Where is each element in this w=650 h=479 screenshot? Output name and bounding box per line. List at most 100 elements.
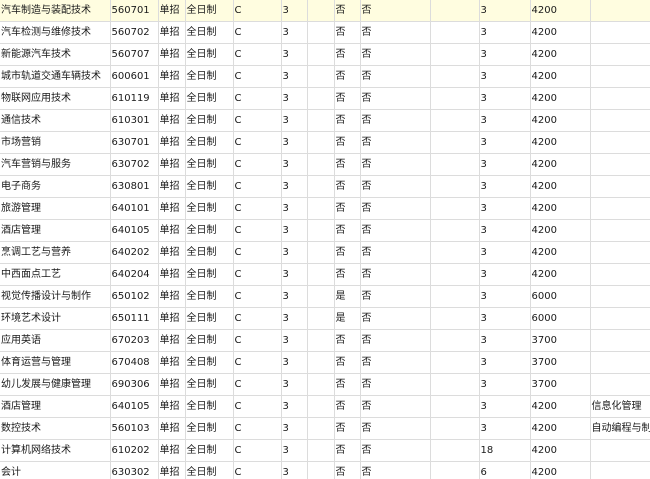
grid-cell[interactable]: C [233, 197, 282, 220]
grid-cell[interactable]: 全日制 [185, 219, 234, 242]
grid-cell[interactable]: 3 [479, 329, 531, 352]
grid-cell[interactable]: 否 [334, 461, 361, 479]
grid-cell[interactable]: 单招 [158, 197, 186, 220]
grid-cell[interactable]: 3 [281, 417, 308, 440]
grid-cell[interactable]: 3700 [530, 329, 591, 352]
grid-cell[interactable] [590, 197, 650, 220]
grid-cell[interactable]: 4200 [530, 65, 591, 88]
grid-cell[interactable]: 体育运营与管理 [0, 351, 111, 374]
grid-cell[interactable]: 3 [281, 131, 308, 154]
grid-cell[interactable]: 640101 [110, 197, 159, 220]
grid-cell[interactable]: 否 [360, 131, 431, 154]
grid-cell[interactable] [307, 439, 335, 462]
grid-cell[interactable] [307, 131, 335, 154]
grid-cell[interactable]: 环境艺术设计 [0, 307, 111, 330]
grid-cell[interactable]: 计算机网络技术 [0, 439, 111, 462]
grid-cell[interactable]: 否 [334, 417, 361, 440]
grid-cell[interactable]: 3 [281, 0, 308, 22]
grid-cell[interactable]: 4200 [530, 461, 591, 479]
grid-cell[interactable]: 630701 [110, 131, 159, 154]
grid-cell[interactable] [307, 0, 335, 22]
grid-cell[interactable]: 否 [360, 329, 431, 352]
grid-cell[interactable]: C [233, 175, 282, 198]
grid-cell[interactable]: 否 [360, 153, 431, 176]
grid-cell[interactable]: 全日制 [185, 131, 234, 154]
grid-cell[interactable]: 3 [281, 329, 308, 352]
grid-cell[interactable] [590, 153, 650, 176]
grid-cell[interactable]: 6000 [530, 307, 591, 330]
grid-cell[interactable]: 3 [281, 197, 308, 220]
grid-cell[interactable]: 3 [479, 395, 531, 418]
grid-cell[interactable]: 旅游管理 [0, 197, 111, 220]
grid-cell[interactable] [590, 87, 650, 110]
grid-cell[interactable]: 全日制 [185, 395, 234, 418]
grid-cell[interactable]: 否 [360, 285, 431, 308]
grid-cell[interactable] [430, 65, 480, 88]
grid-cell[interactable]: 3 [479, 417, 531, 440]
grid-cell[interactable]: 3 [281, 307, 308, 330]
grid-cell[interactable] [590, 21, 650, 44]
grid-cell[interactable]: C [233, 241, 282, 264]
grid-cell[interactable]: 单招 [158, 219, 186, 242]
grid-cell[interactable]: 3 [479, 65, 531, 88]
grid-cell[interactable]: C [233, 153, 282, 176]
grid-cell[interactable]: 烹调工艺与营养 [0, 241, 111, 264]
grid-cell[interactable]: 3 [479, 263, 531, 286]
grid-cell[interactable]: 610119 [110, 87, 159, 110]
grid-cell[interactable]: 全日制 [185, 0, 234, 22]
grid-cell[interactable]: 640105 [110, 219, 159, 242]
grid-cell[interactable]: 全日制 [185, 175, 234, 198]
grid-cell[interactable]: 否 [360, 263, 431, 286]
grid-cell[interactable] [590, 439, 650, 462]
grid-cell[interactable]: C [233, 461, 282, 479]
grid-cell[interactable] [430, 439, 480, 462]
grid-cell[interactable] [307, 307, 335, 330]
grid-cell[interactable]: 630702 [110, 153, 159, 176]
grid-cell[interactable]: 否 [360, 461, 431, 479]
grid-cell[interactable]: 3 [281, 285, 308, 308]
grid-cell[interactable]: 单招 [158, 395, 186, 418]
grid-cell[interactable]: 3 [479, 219, 531, 242]
grid-cell[interactable]: 否 [334, 351, 361, 374]
grid-cell[interactable]: 酒店管理 [0, 395, 111, 418]
grid-cell[interactable]: 3 [281, 43, 308, 66]
grid-cell[interactable] [430, 461, 480, 479]
grid-cell[interactable]: 全日制 [185, 373, 234, 396]
grid-cell[interactable]: 670408 [110, 351, 159, 374]
grid-cell[interactable] [590, 43, 650, 66]
grid-cell[interactable]: 单招 [158, 263, 186, 286]
grid-cell[interactable]: 幼儿发展与健康管理 [0, 373, 111, 396]
grid-cell[interactable]: 4200 [530, 241, 591, 264]
grid-cell[interactable]: 单招 [158, 175, 186, 198]
grid-cell[interactable]: 否 [360, 87, 431, 110]
grid-cell[interactable]: 否 [334, 395, 361, 418]
grid-cell[interactable] [590, 263, 650, 286]
grid-cell[interactable]: 单招 [158, 285, 186, 308]
grid-cell[interactable]: 4200 [530, 153, 591, 176]
grid-cell[interactable]: C [233, 65, 282, 88]
grid-cell[interactable]: 单招 [158, 417, 186, 440]
grid-cell[interactable]: 否 [334, 109, 361, 132]
grid-cell[interactable]: 3 [281, 461, 308, 479]
grid-cell[interactable]: 3 [479, 43, 531, 66]
grid-cell[interactable]: 4200 [530, 219, 591, 242]
grid-cell[interactable]: 4200 [530, 131, 591, 154]
grid-cell[interactable]: 600601 [110, 65, 159, 88]
grid-cell[interactable]: C [233, 439, 282, 462]
grid-cell[interactable]: 单招 [158, 131, 186, 154]
grid-cell[interactable] [307, 263, 335, 286]
grid-cell[interactable]: 610202 [110, 439, 159, 462]
grid-cell[interactable]: 560701 [110, 0, 159, 22]
grid-cell[interactable]: 630302 [110, 461, 159, 479]
grid-cell[interactable] [430, 329, 480, 352]
grid-cell[interactable]: 3 [281, 373, 308, 396]
grid-cell[interactable] [307, 197, 335, 220]
grid-cell[interactable]: 全日制 [185, 263, 234, 286]
grid-cell[interactable]: 否 [334, 219, 361, 242]
grid-cell[interactable]: 4200 [530, 0, 591, 22]
grid-cell[interactable]: 3 [479, 175, 531, 198]
grid-cell[interactable]: 否 [360, 175, 431, 198]
grid-cell[interactable]: 全日制 [185, 417, 234, 440]
grid-cell[interactable]: 3 [281, 395, 308, 418]
grid-cell[interactable]: 单招 [158, 0, 186, 22]
